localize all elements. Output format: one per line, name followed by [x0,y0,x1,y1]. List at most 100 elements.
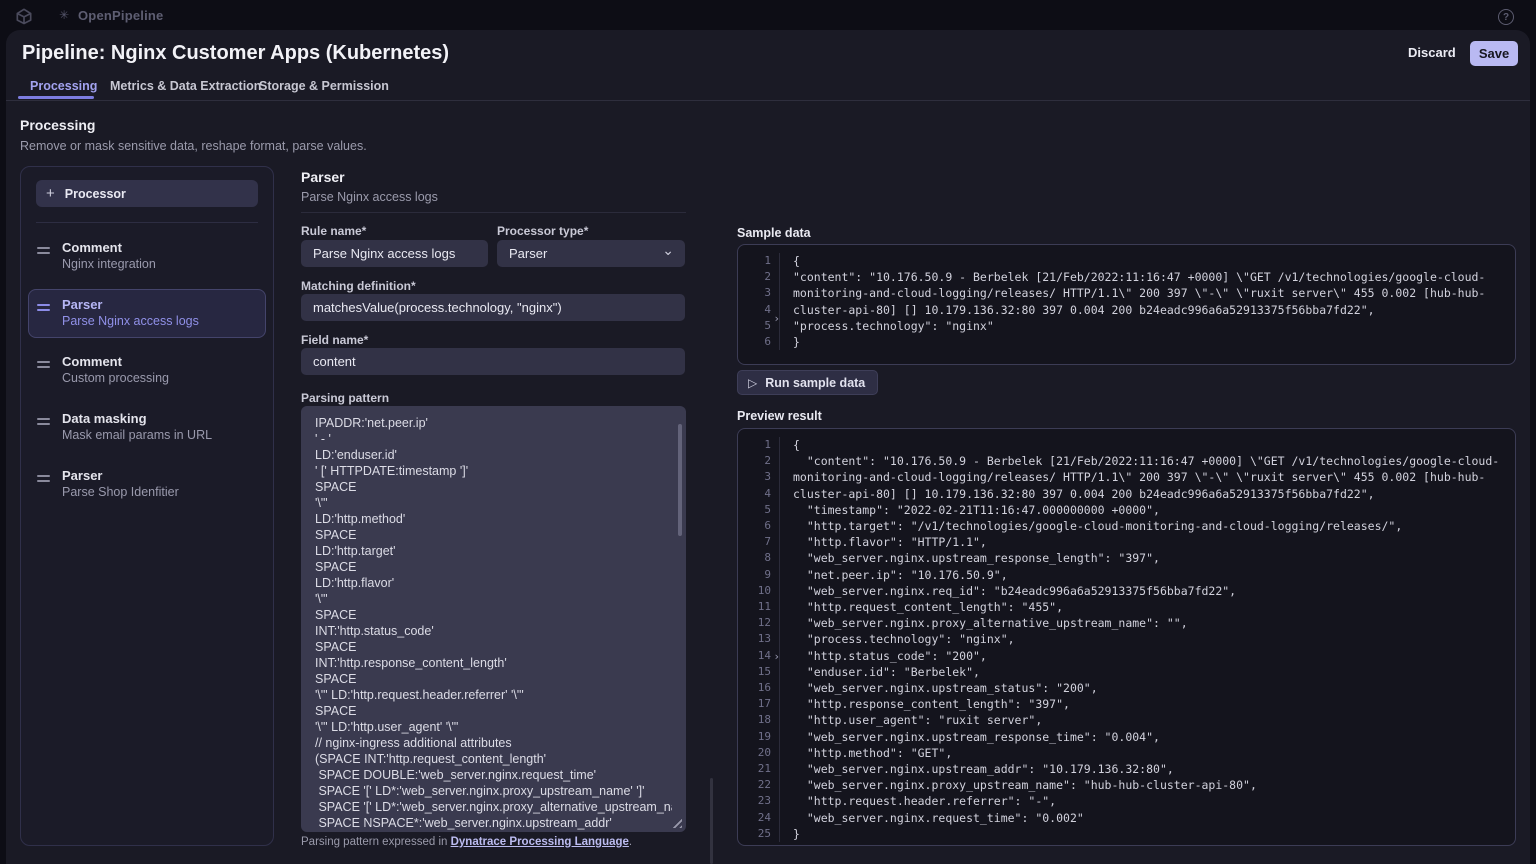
line-number: 17 [758,697,771,710]
tab-storage-permission[interactable]: Storage & Permission [259,79,389,93]
drag-handle-icon[interactable] [37,361,50,371]
code-text: "web_server.nginx.upstream_addr": "10.17… [780,761,1174,777]
tab-metrics-data-extraction[interactable]: Metrics & Data Extraction [110,79,261,93]
dpl-link[interactable]: Dynatrace Processing Language [451,836,629,848]
line-number: 11 [758,600,771,613]
code-line: 24› "web_server.nginx.request_time": "0.… [738,810,1515,826]
code-line: 5› "process.technology": "nginx" [738,318,1515,334]
line-number: 22 [758,778,771,791]
run-sample-data-label: Run sample data [765,376,865,390]
line-number: 4 [764,487,771,500]
processor-list-item[interactable]: Data masking Mask email params in URL [28,403,266,452]
preview-result-label: Preview result [737,409,822,423]
processor-name-label: Mask email params in URL [62,427,212,444]
matching-definition-input[interactable]: matchesValue(process.technology, "nginx"… [301,294,685,321]
card-divider [36,222,258,223]
openpipeline-icon: ✳ [59,8,69,22]
drag-handle-icon[interactable] [37,304,50,314]
code-line: 13› "process.technology": "nginx", [738,631,1515,647]
line-number: 24 [758,811,771,824]
line-number: 12 [758,616,771,629]
rule-name-input[interactable]: Parse Nginx access logs [301,240,488,267]
play-icon: ▷ [748,376,757,390]
code-line: 16› "web_server.nginx.upstream_status": … [738,680,1515,696]
code-line: 6› } [738,334,1515,350]
code-line: 3› monitoring-and-cloud-logging/releases… [738,285,1515,301]
code-line: 17› "http.response_content_length": "397… [738,696,1515,712]
processor-type-label: Parser [62,297,199,313]
code-text: "process.technology": "nginx" [780,318,994,334]
rule-name-label: Rule name* [301,224,366,238]
save-button[interactable]: Save [1470,41,1518,66]
code-line: 20› "http.method": "GET", [738,745,1515,761]
drag-handle-icon[interactable] [37,247,50,257]
discard-button[interactable]: Discard [1408,45,1456,60]
plus-icon: + [46,185,55,202]
line-number: 9 [764,568,771,581]
sample-data-label: Sample data [737,226,811,240]
processor-list-item[interactable]: Comment Nginx integration [28,232,266,281]
code-text: "web_server.nginx.proxy_upstream_name": … [780,777,1257,793]
app-name[interactable]: OpenPipeline [78,8,163,23]
processor-type-label: Data masking [62,411,212,427]
code-line: 25› } [738,826,1515,842]
code-text: "net.peer.ip": "10.176.50.9", [780,567,1008,583]
line-number: 10 [758,584,771,597]
code-text: monitoring-and-cloud-logging/releases/ H… [780,469,1485,485]
form-scrollbar[interactable] [710,778,713,864]
code-line: 10› "web_server.nginx.req_id": "b24eadc9… [738,583,1515,599]
editor-divider [301,212,686,213]
code-text: "content": "10.176.50.9 - Berbelek [21/F… [780,453,1499,469]
code-line: 1› { [738,437,1515,453]
code-line: 11› "http.request_content_length": "455"… [738,599,1515,615]
section-title: Processing [20,117,95,133]
code-line: 14› "http.status_code": "200", [738,648,1515,664]
field-name-label: Field name* [301,333,368,347]
code-text: cluster-api-80] [] 10.179.136.32:80 397 … [780,302,1375,318]
processor-type-label: Parser [62,468,179,484]
code-line: 18› "http.user_agent": "ruxit server", [738,712,1515,728]
field-name-input[interactable]: content [301,348,685,375]
code-line: 6› "http.target": "/v1/technologies/goog… [738,518,1515,534]
processor-name-label: Custom processing [62,370,169,387]
code-text: "content": "10.176.50.9 - Berbelek [21/F… [780,269,1485,285]
parsing-pattern-textarea[interactable]: IPADDR:'net.peer.ip' ' - ' LD:'enduser.i… [301,406,686,832]
processor-list-item[interactable]: Comment Custom processing [28,346,266,395]
add-processor-button[interactable]: + Processor [36,180,258,207]
run-sample-data-button[interactable]: ▷ Run sample data [737,370,878,395]
textarea-scrollbar[interactable] [678,424,682,536]
code-line: 3› monitoring-and-cloud-logging/releases… [738,469,1515,485]
processor-type-label: Processor type* [497,224,588,238]
tab-processing[interactable]: Processing [30,79,97,93]
code-text: "http.target": "/v1/technologies/google-… [780,518,1402,534]
processor-list-item[interactable]: Parser Parse Shop Idenfitier [28,460,266,509]
preview-result-block[interactable]: 1› { 2› "content": "10.176.50.9 - Berbel… [737,428,1516,846]
drag-handle-icon[interactable] [37,475,50,485]
editor-subtitle: Parse Nginx access logs [301,190,438,204]
processor-list-item[interactable]: Parser Parse Nginx access logs [28,289,266,338]
code-text: { [780,253,800,269]
app-logo-icon[interactable] [14,6,34,26]
fold-chevron-icon[interactable]: › [773,649,780,665]
processor-name-label: Parse Shop Idenfitier [62,484,179,501]
code-line: 21› "web_server.nginx.upstream_addr": "1… [738,761,1515,777]
help-icon[interactable]: ? [1498,9,1514,25]
line-number: 18 [758,713,771,726]
line-number: 6 [764,335,771,348]
drag-handle-icon[interactable] [37,418,50,428]
code-text: "http.flavor": "HTTP/1.1", [780,534,987,550]
editor-title: Parser [301,169,345,185]
processor-name-label: Nginx integration [62,256,156,273]
processor-type-select[interactable]: Parser ⌄ [497,240,685,267]
section-subtitle: Remove or mask sensitive data, reshape f… [20,139,367,153]
line-number: 13 [758,632,771,645]
code-text: "web_server.nginx.req_id": "b24eadc996a6… [780,583,1236,599]
code-text: monitoring-and-cloud-logging/releases/ H… [780,285,1485,301]
code-line: 4› cluster-api-80] [] 10.179.136.32:80 3… [738,302,1515,318]
code-text: "web_server.nginx.upstream_response_leng… [780,550,1160,566]
line-number: 1 [764,254,771,267]
sample-data-block[interactable]: 1› { 2› "content": "10.176.50.9 - Berbel… [737,244,1516,365]
line-number: 19 [758,730,771,743]
code-text: } [780,826,800,842]
processor-type-label: Comment [62,354,169,370]
